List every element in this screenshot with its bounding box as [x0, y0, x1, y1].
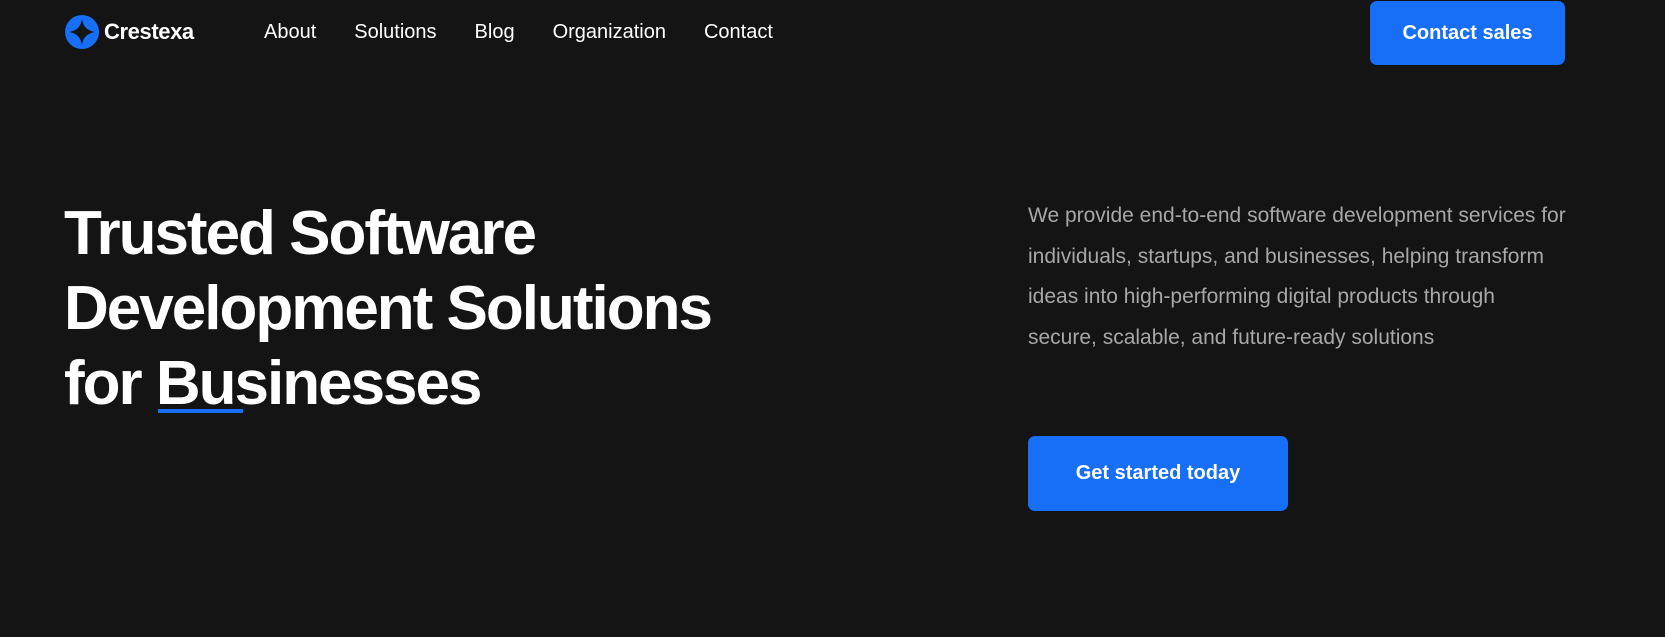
- get-started-button[interactable]: Get started today: [1028, 436, 1288, 511]
- nav-item-blog[interactable]: Blog: [475, 18, 515, 46]
- title-underline-accent: [158, 409, 243, 413]
- brand-name: Crestexa: [104, 19, 194, 44]
- main-nav: About Solutions Blog Organization Contac…: [264, 18, 773, 46]
- brand-logo-link[interactable]: Crestexa: [64, 14, 194, 50]
- hero-title-line-1: Trusted Software: [64, 199, 537, 268]
- hero-title: Trusted Software Development Solutions f…: [64, 196, 713, 421]
- hero-title-line-2: Development Solutions: [64, 274, 713, 343]
- nav-item-contact[interactable]: Contact: [704, 18, 773, 46]
- nav-item-about[interactable]: About: [264, 18, 316, 46]
- hero-description: We provide end-to-end software developme…: [1028, 204, 1566, 349]
- contact-sales-button[interactable]: Contact sales: [1370, 1, 1565, 65]
- nav-item-organization[interactable]: Organization: [553, 18, 666, 46]
- nav-item-solutions[interactable]: Solutions: [354, 18, 436, 46]
- crestexa-logo-icon: [65, 15, 99, 49]
